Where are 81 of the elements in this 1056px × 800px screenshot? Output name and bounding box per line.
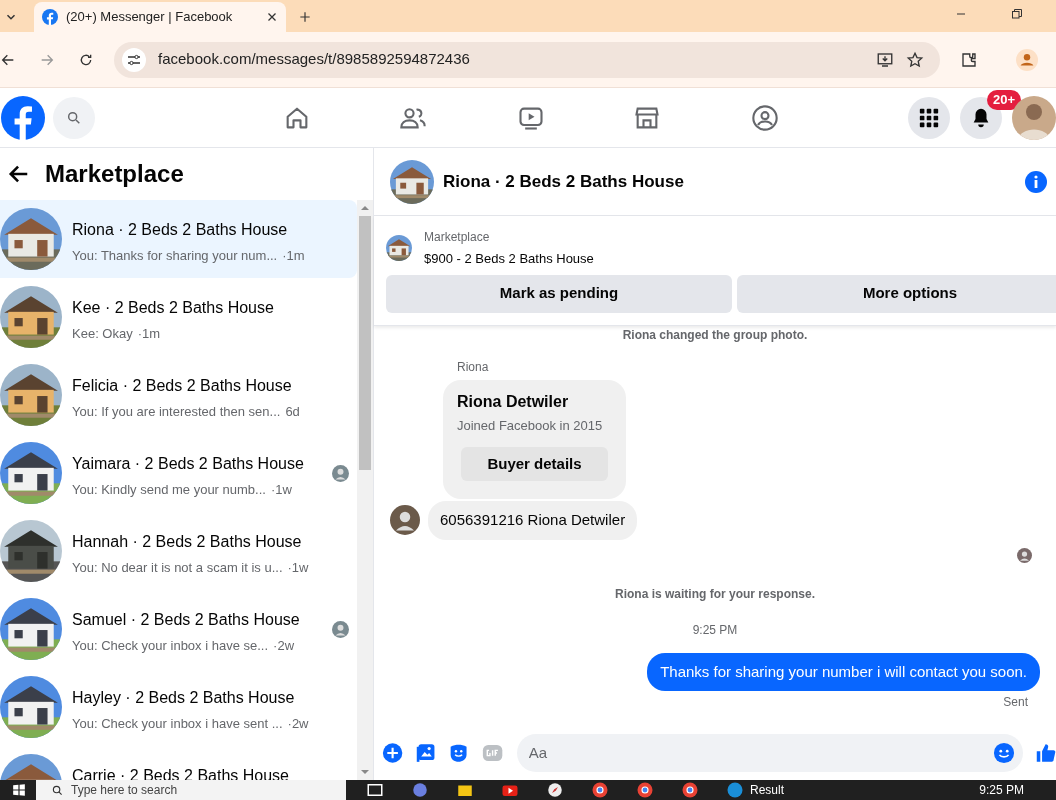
scrollbar[interactable] xyxy=(357,200,373,780)
chrome-icon[interactable] xyxy=(681,781,699,799)
thumbs-up-icon[interactable] xyxy=(1034,741,1056,764)
install-app-icon[interactable] xyxy=(876,50,894,69)
chat-title: Riona · 2 Beds 2 Baths House xyxy=(443,170,685,193)
groups-icon[interactable] xyxy=(751,103,779,132)
sent-status: Sent xyxy=(1003,694,1028,711)
back-arrow-icon[interactable] xyxy=(8,163,30,185)
facebook-logo-icon[interactable] xyxy=(1,95,45,140)
message-preview: You: If you are interested then sen... xyxy=(72,403,281,421)
conversation-name: Samuel · 2 Beds 2 Baths House xyxy=(72,610,301,630)
conversation-name: Felicia · 2 Beds 2 Baths House xyxy=(72,376,293,396)
scroll-down-icon[interactable] xyxy=(361,768,369,776)
message-preview: You: Check your inbox i have sent ... xyxy=(72,715,283,733)
compass-icon[interactable] xyxy=(546,781,564,799)
message-preview: Kee: Okay xyxy=(72,325,133,343)
site-settings-icon xyxy=(122,47,146,72)
notification-badge: 20+ xyxy=(987,90,1022,110)
task-view-icon[interactable] xyxy=(366,781,384,799)
search-icon xyxy=(66,109,82,126)
message-time: ·1w xyxy=(287,559,309,577)
system-notice: Riona is waiting for your response. xyxy=(614,586,815,601)
message-time: ·1m xyxy=(282,247,305,265)
taskbar-clock: 9:25 PM xyxy=(979,784,1024,796)
listing-button[interactable]: Mark as pending xyxy=(386,274,732,313)
address-bar[interactable]: facebook.com/messages/t/8985892594872436 xyxy=(114,41,940,78)
message-time: ·2w xyxy=(287,715,309,733)
facebook-logo-icon xyxy=(42,9,58,25)
tab-title: (20+) Messenger | Facebook xyxy=(66,8,234,27)
chrome-icon[interactable] xyxy=(591,781,609,799)
message-preview: You: Thanks for sharing your num... xyxy=(72,247,278,265)
globe-icon[interactable] xyxy=(726,781,744,799)
profile-icon[interactable] xyxy=(1016,48,1038,71)
system-notice: Riona changed the group photo. xyxy=(622,327,808,342)
info-icon[interactable] xyxy=(1024,169,1048,194)
extensions-icon[interactable] xyxy=(960,50,978,69)
restore-icon[interactable] xyxy=(1011,8,1023,20)
menu-button[interactable] xyxy=(908,96,950,139)
listing-button[interactable]: More options xyxy=(737,274,1056,313)
plus-icon[interactable] xyxy=(298,10,312,24)
card-title: Riona Detwiler xyxy=(457,391,570,412)
windows-start-icon[interactable] xyxy=(12,783,26,797)
buyer-details-button[interactable]: Buyer details xyxy=(461,447,608,481)
listing-item: $900 - 2 Beds 2 Baths House xyxy=(424,250,594,268)
conversation-item[interactable]: Riona · 2 Beds 2 Baths House You: Thanks for sharing your num... ·1m xyxy=(0,200,357,278)
message-time: ·2w xyxy=(273,637,295,655)
incoming-message: 6056391216 Riona Detwiler xyxy=(428,501,638,540)
url-text: facebook.com/messages/t/8985892594872436 xyxy=(158,49,471,70)
message-input[interactable]: Aa xyxy=(516,733,1023,772)
panel-title: Marketplace xyxy=(45,159,184,189)
search-icon xyxy=(52,784,63,796)
outgoing-message: Thanks for sharing your number i will contact you soon. xyxy=(647,652,1040,691)
read-receipt-avatar xyxy=(1017,547,1032,563)
listing-label: Marketplace xyxy=(424,229,491,246)
scroll-up-icon[interactable] xyxy=(361,204,369,212)
close-icon[interactable] xyxy=(266,11,278,23)
conversation-name: Riona · 2 Beds 2 Baths House xyxy=(72,220,289,240)
sender-name: Riona xyxy=(457,358,490,376)
conversation-name: Yaimara · 2 Beds 2 Baths House xyxy=(72,454,305,474)
plus-circle-icon[interactable] xyxy=(382,741,404,764)
conversation-name: Hayley · 2 Beds 2 Baths House xyxy=(72,688,296,708)
card-subtitle: Joined Facebook in 2015 xyxy=(457,416,604,435)
message-time: ·1w xyxy=(270,481,292,499)
message-preview: You: Kindly send me your numb... xyxy=(72,481,266,499)
taskbar-search[interactable]: Type here to search xyxy=(36,780,346,800)
message-time: ·1m xyxy=(137,325,161,343)
avatar xyxy=(390,505,420,536)
message-preview: You: No dear it is not a scam it is u... xyxy=(72,559,283,577)
grid-menu-icon xyxy=(918,106,940,129)
browser-tab[interactable]: (20+) Messenger | Facebook xyxy=(34,2,286,32)
chrome-icon[interactable] xyxy=(636,781,654,799)
conversation-name: Kee · 2 Beds 2 Baths House xyxy=(72,298,275,318)
star-icon[interactable] xyxy=(906,50,924,69)
copilot-icon[interactable] xyxy=(411,781,429,799)
conversation-name: Hannah · 2 Beds 2 Baths House xyxy=(72,532,303,552)
image-icon[interactable] xyxy=(415,741,437,764)
message-preview: You: Check your inbox i have se... xyxy=(72,637,269,655)
timestamp: 9:25 PM xyxy=(692,622,738,637)
message-time: 6d xyxy=(285,403,300,421)
emoji-icon[interactable] xyxy=(992,741,1015,764)
taskbar-app-label: Result xyxy=(750,784,784,796)
